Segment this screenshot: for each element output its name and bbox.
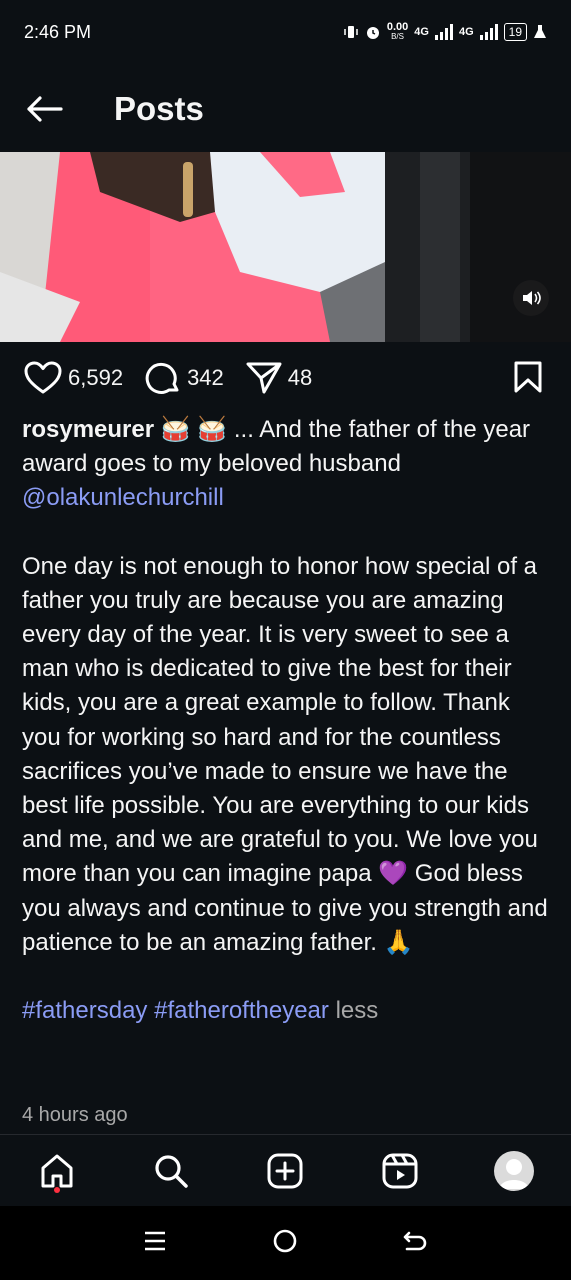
bottom-nav bbox=[0, 1134, 571, 1207]
hashtag-fathersday[interactable]: #fathersday bbox=[22, 997, 147, 1024]
back-button[interactable] bbox=[22, 87, 66, 131]
nav-reels[interactable] bbox=[372, 1143, 428, 1199]
battery-indicator: 19 bbox=[503, 23, 527, 41]
less-link[interactable]: less bbox=[336, 997, 379, 1024]
comment-count: 342 bbox=[187, 365, 224, 390]
comment-icon bbox=[145, 362, 179, 394]
caption-body: One day is not enough to honor how speci… bbox=[22, 552, 548, 956]
save-button[interactable] bbox=[513, 360, 543, 399]
top-bar: Posts bbox=[0, 72, 571, 146]
hashtag-fatheroftheyear[interactable]: #fatheroftheyear bbox=[154, 997, 329, 1024]
network-type-2: 4G bbox=[458, 26, 474, 38]
home-system-button[interactable] bbox=[272, 1228, 298, 1259]
home-circle-icon bbox=[273, 1229, 296, 1252]
send-icon bbox=[246, 362, 282, 394]
default-avatar-icon bbox=[498, 1159, 529, 1189]
heart-icon bbox=[24, 361, 62, 394]
search-icon bbox=[155, 1155, 189, 1188]
caption-username[interactable]: rosymeurer bbox=[22, 416, 154, 443]
flask-icon bbox=[534, 25, 546, 38]
post-media[interactable] bbox=[0, 152, 571, 342]
signal-icon-2 bbox=[479, 24, 498, 40]
caption-emoji: 🥁 🥁 bbox=[160, 416, 228, 443]
vibrate-icon bbox=[344, 26, 358, 38]
caption-mention[interactable]: @olakunlechurchill bbox=[22, 484, 224, 511]
share-count: 48 bbox=[287, 365, 313, 390]
notification-dot bbox=[54, 1187, 61, 1193]
comment-button[interactable]: 342 bbox=[145, 360, 224, 396]
data-rate: 0.00 B/S bbox=[386, 21, 409, 42]
speaker-icon bbox=[523, 291, 541, 305]
home-icon bbox=[41, 1154, 73, 1188]
recents-button[interactable] bbox=[143, 1229, 167, 1258]
nav-search[interactable] bbox=[143, 1143, 199, 1199]
nav-profile[interactable] bbox=[486, 1143, 542, 1199]
video-frame bbox=[0, 152, 571, 342]
profile-avatar bbox=[493, 1151, 534, 1191]
share-button[interactable]: 48 bbox=[246, 361, 312, 395]
system-nav-bar bbox=[0, 1206, 571, 1280]
status-time: 2:46 PM bbox=[24, 21, 92, 42]
nav-create[interactable] bbox=[257, 1143, 313, 1199]
like-button[interactable]: 6,592 bbox=[24, 361, 123, 395]
alarm-icon bbox=[366, 27, 379, 39]
action-row: 6,592 342 48 bbox=[0, 356, 571, 400]
network-type-1: 4G bbox=[414, 26, 429, 38]
post-caption: rosymeurer 🥁 🥁 ... And the father of the… bbox=[22, 413, 552, 1028]
page-title: Posts bbox=[114, 90, 204, 127]
bookmark-icon bbox=[514, 361, 542, 393]
recents-icon bbox=[144, 1231, 165, 1250]
like-count: 6,592 bbox=[68, 365, 124, 390]
volume-button[interactable] bbox=[513, 280, 549, 316]
signal-icon-1 bbox=[434, 24, 453, 40]
status-icons: 0.00 B/S 4G 4G 19 bbox=[343, 22, 547, 42]
nav-home[interactable] bbox=[29, 1143, 85, 1199]
back-icon bbox=[403, 1231, 426, 1250]
create-icon bbox=[267, 1153, 303, 1189]
back-system-button[interactable] bbox=[403, 1229, 429, 1258]
caption-hashtags: #fathersday #fatheroftheyear less bbox=[22, 994, 552, 1028]
arrow-left-icon bbox=[27, 96, 63, 122]
caption-intro: rosymeurer 🥁 🥁 ... And the father of the… bbox=[22, 413, 552, 516]
post-timestamp: 4 hours ago bbox=[22, 1104, 128, 1126]
status-bar: 2:46 PM 0.00 B/S 4G 4G 19 bbox=[0, 0, 571, 64]
reels-icon bbox=[382, 1153, 418, 1189]
